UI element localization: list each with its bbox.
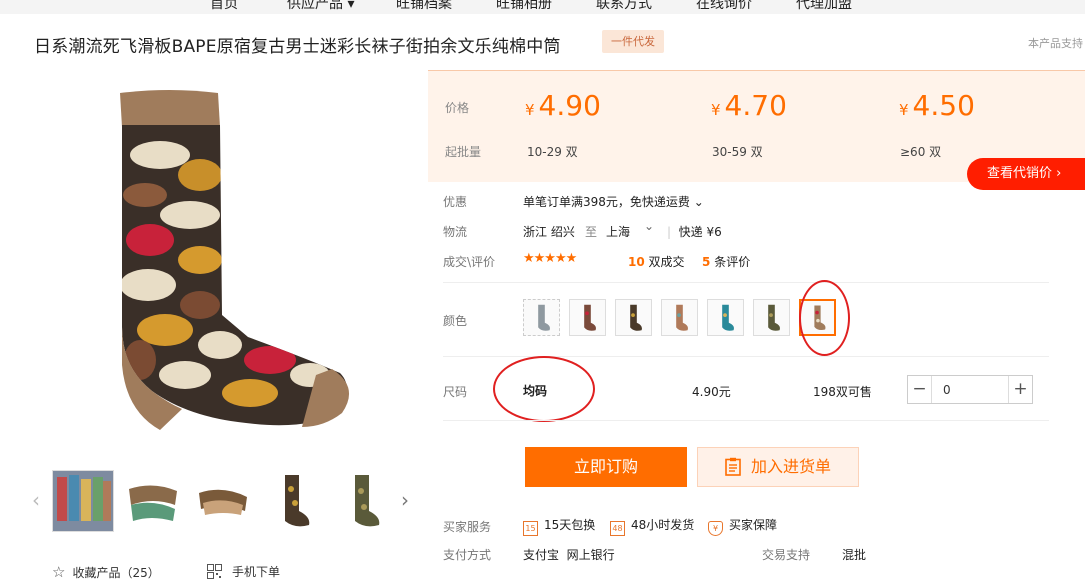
star-icon: ☆ (52, 563, 66, 581)
mobile-order-label: 手机下单 (232, 565, 281, 579)
add-to-cart-button[interactable]: 加入进货单 (697, 447, 859, 487)
tier-range-3: ≥60 双 (900, 145, 942, 159)
shield-icon: ¥ (708, 521, 723, 536)
ship-to-word: 至 (585, 225, 598, 239)
payment-label: 支付方式 (443, 548, 492, 562)
service-48h-shipping[interactable]: 48 48小时发货 (610, 516, 694, 536)
increase-button[interactable]: + (1008, 376, 1032, 403)
quantity-input[interactable] (933, 376, 1009, 403)
annotation-circle-size (493, 356, 595, 422)
payment-methods: 支付宝 网上银行 (523, 548, 615, 562)
buyer-services-label: 买家服务 (443, 520, 492, 534)
top-nav: 首页 供应产品 ▾ 旺铺档案 旺铺相册 联系方式 在线询价 代理加盟 (0, 0, 1085, 14)
product-title: 日系潮流死飞滑板BAPE原宿复古男士迷彩长袜子街拍余文乐纯棉中筒 (34, 37, 561, 57)
nav-inquiry[interactable]: 在线询价 (696, 0, 752, 13)
trade-support-value: 混批 (842, 548, 867, 562)
exchange-icon: 15 (523, 521, 538, 536)
thumbnail-4[interactable] (263, 471, 323, 531)
deals-label: 成交\评价 (443, 255, 496, 269)
support-note: 本产品支持 (1028, 37, 1083, 50)
nav-home[interactable]: 首页 (210, 0, 238, 13)
thumbnail-1[interactable] (52, 470, 114, 532)
add-to-cart-label: 加入进货单 (750, 457, 831, 476)
thumbnail-3[interactable] (193, 471, 253, 531)
nav-agent[interactable]: 代理加盟 (796, 0, 852, 13)
divider (443, 282, 1049, 283)
favorite-label: 收藏产品（25） (72, 566, 160, 580)
quantity-stepper: − + (907, 375, 1033, 404)
color-swatch-6[interactable] (753, 299, 790, 336)
logistics-label: 物流 (443, 225, 468, 239)
favorite-product[interactable]: ☆ 收藏产品（25） (52, 563, 160, 581)
view-agent-price-button[interactable]: 查看代销价 › (967, 158, 1085, 190)
mobile-order[interactable]: 手机下单 (207, 563, 280, 580)
tier-price-1: ¥4.90 (525, 89, 601, 122)
thumb-next-arrow[interactable]: › (401, 488, 409, 512)
nav-products[interactable]: 供应产品 ▾ (287, 0, 354, 13)
size-price: 4.90元 (692, 385, 731, 399)
shipping-icon: 48 (610, 521, 625, 536)
size-label: 尺码 (443, 385, 468, 399)
ship-to-select[interactable]: 上海 (606, 223, 630, 240)
color-swatch-4[interactable] (661, 299, 698, 336)
promo-value[interactable]: 单笔订单满398元，免快递运费 ⌄ (523, 193, 704, 210)
tier-range-2: 30-59 双 (712, 145, 763, 159)
color-swatch-5[interactable] (707, 299, 744, 336)
trade-support-label: 交易支持 (762, 548, 811, 562)
sold-count[interactable]: 10 双成交 (628, 253, 685, 270)
tier-range-1: 10-29 双 (527, 145, 578, 159)
tier-price-3: ¥4.50 (899, 89, 975, 122)
divider (443, 420, 1049, 421)
color-label: 颜色 (443, 314, 468, 328)
moq-label: 起批量 (445, 145, 482, 159)
nav-album[interactable]: 旺铺相册 (496, 0, 552, 13)
promo-label: 优惠 (443, 195, 468, 209)
qr-code-icon (207, 564, 222, 579)
dropship-badge[interactable]: 一件代发 (602, 30, 664, 53)
color-swatch-1[interactable] (523, 299, 560, 336)
nav-contact[interactable]: 联系方式 (596, 0, 652, 13)
size-stock: 198双可售 (813, 385, 872, 399)
review-count[interactable]: 5 条评价 (702, 253, 750, 270)
thumb-prev-arrow[interactable]: ‹ (32, 488, 40, 512)
service-buyer-protection[interactable]: ¥ 买家保障 (708, 516, 777, 536)
clipboard-icon (725, 457, 741, 476)
ship-from: 浙江 绍兴 (523, 225, 575, 239)
buy-now-button[interactable]: 立即订购 (525, 447, 687, 487)
color-swatch-3[interactable] (615, 299, 652, 336)
main-product-image[interactable] (70, 75, 400, 445)
nav-profile[interactable]: 旺铺档案 (396, 0, 452, 13)
color-swatch-2[interactable] (569, 299, 606, 336)
rating-stars-icon: ★★★★★ (523, 251, 577, 266)
thumbnail-2[interactable] (123, 471, 183, 531)
service-15-day-exchange[interactable]: 15 15天包换 (523, 516, 595, 536)
decrease-button[interactable]: − (908, 376, 932, 403)
tier-price-2: ¥4.70 (711, 89, 787, 122)
ship-method: | 快递 ¥6 (667, 225, 722, 239)
price-label: 价格 (445, 101, 470, 115)
thumbnail-5[interactable] (333, 471, 393, 531)
annotation-circle-color (799, 280, 850, 356)
chevron-down-icon[interactable]: ⌄ (644, 219, 654, 233)
